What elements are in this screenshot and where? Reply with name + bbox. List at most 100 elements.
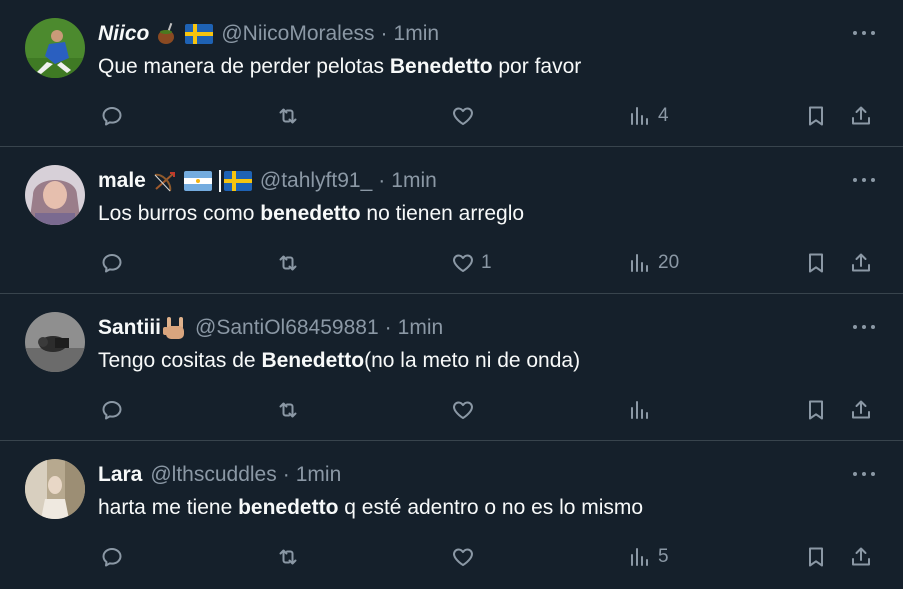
tweet-header: male @tahlyft91_ · 1min xyxy=(98,167,437,195)
display-name[interactable]: Niico xyxy=(98,22,149,46)
share-button[interactable] xyxy=(849,394,873,426)
views-icon xyxy=(631,401,648,419)
more-options-icon[interactable] xyxy=(853,463,875,485)
avatar-image xyxy=(25,459,85,519)
view-count: 4 xyxy=(658,105,669,126)
action-bar xyxy=(0,394,903,426)
more-options-icon[interactable] xyxy=(853,316,875,338)
timestamp[interactable]: 1min xyxy=(296,463,342,487)
share-icon xyxy=(852,400,870,419)
like-count: 1 xyxy=(481,252,492,273)
handle[interactable]: @NiicoMoraless xyxy=(221,22,374,46)
bookmark-icon xyxy=(809,253,823,273)
share-button[interactable] xyxy=(849,541,873,573)
bookmark-icon xyxy=(809,106,823,126)
views-icon xyxy=(631,254,648,272)
avatar[interactable] xyxy=(25,312,85,372)
tweet-text: harta me tiene benedetto q esté adentro … xyxy=(98,496,644,519)
view-count: 20 xyxy=(658,252,680,273)
retweet-button[interactable] xyxy=(276,100,300,132)
handle[interactable]: @SantiOl68459881 xyxy=(195,316,379,340)
more-options-icon[interactable] xyxy=(853,22,875,44)
avatar[interactable] xyxy=(25,18,85,78)
reply-button[interactable] xyxy=(100,541,124,573)
action-bar: 1 20 xyxy=(0,247,903,279)
retweet-icon xyxy=(279,108,297,124)
tweet-header: Lara @lthscuddles · 1min xyxy=(98,461,341,489)
bookmark-button[interactable] xyxy=(804,100,828,132)
bookmark-button[interactable] xyxy=(804,541,828,573)
views-button[interactable] xyxy=(628,394,658,426)
like-button[interactable] xyxy=(451,100,481,132)
bow-and-arrow-icon xyxy=(152,169,178,193)
like-button[interactable] xyxy=(451,394,481,426)
tweet-header: Niico @NiicoMoraless · 1min xyxy=(98,20,439,48)
bookmark-icon xyxy=(809,547,823,567)
bold-keyword: Benedetto xyxy=(389,55,493,78)
views-button[interactable]: 20 xyxy=(628,247,679,279)
share-icon xyxy=(852,547,870,566)
tweet-text: Los burros como benedetto no tienen arre… xyxy=(98,202,525,225)
bookmark-button[interactable] xyxy=(804,247,828,279)
timestamp[interactable]: 1min xyxy=(394,22,440,46)
bold-keyword: benedetto xyxy=(238,496,339,519)
reply-icon xyxy=(102,254,122,273)
divider-icon xyxy=(218,170,222,192)
retweet-button[interactable] xyxy=(276,541,300,573)
bookmark-icon xyxy=(809,400,823,420)
like-button[interactable]: 1 xyxy=(451,247,492,279)
bold-keyword: benedetto xyxy=(260,202,361,225)
retweet-button[interactable] xyxy=(276,394,300,426)
share-button[interactable] xyxy=(849,247,873,279)
action-bar: 5 xyxy=(0,541,903,573)
display-name[interactable]: male xyxy=(98,169,146,193)
timestamp[interactable]: 1min xyxy=(391,169,437,193)
flag-sweden-icon xyxy=(223,171,252,191)
mate-icon xyxy=(155,22,179,46)
reply-button[interactable] xyxy=(100,100,124,132)
tweet[interactable]: Lara @lthscuddles · 1min harta me tiene … xyxy=(0,441,903,587)
tweet[interactable]: Niico @NiicoMoraless · 1min Que manera d… xyxy=(0,0,903,147)
more-options-icon[interactable] xyxy=(853,169,875,191)
display-name[interactable]: Santiii xyxy=(98,316,161,340)
share-button[interactable] xyxy=(849,100,873,132)
heart-icon xyxy=(453,548,473,566)
reply-icon xyxy=(102,548,122,567)
share-icon xyxy=(852,106,870,125)
reply-icon xyxy=(102,107,122,126)
separator-dot: · xyxy=(384,316,392,339)
reply-button[interactable] xyxy=(100,247,124,279)
like-button[interactable] xyxy=(451,541,481,573)
views-icon xyxy=(631,548,648,566)
avatar-image xyxy=(25,312,85,372)
separator-dot: · xyxy=(282,463,290,486)
retweet-button[interactable] xyxy=(276,247,300,279)
tweet[interactable]: male @tahlyft91_ · 1min Los burros como … xyxy=(0,147,903,294)
avatar-image xyxy=(25,165,85,225)
timestamp[interactable]: 1min xyxy=(398,316,444,340)
heart-icon xyxy=(453,401,473,419)
heart-icon xyxy=(453,107,473,125)
tweet-text: Que manera de perder pelotas Benedetto p… xyxy=(98,55,582,78)
bold-keyword: Benedetto xyxy=(261,349,365,372)
avatar[interactable] xyxy=(25,459,85,519)
retweet-icon xyxy=(279,255,297,271)
retweet-icon xyxy=(279,402,297,418)
view-count: 5 xyxy=(658,546,669,567)
reply-button[interactable] xyxy=(100,394,124,426)
action-bar: 4 xyxy=(0,100,903,132)
avatar[interactable] xyxy=(25,165,85,225)
bookmark-button[interactable] xyxy=(804,394,828,426)
reply-icon xyxy=(102,401,122,420)
handle[interactable]: @tahlyft91_ xyxy=(260,169,372,193)
handle[interactable]: @lthscuddles xyxy=(150,463,276,487)
display-name[interactable]: Lara xyxy=(98,463,142,487)
views-icon xyxy=(631,107,648,125)
flag-sweden-icon xyxy=(185,24,214,44)
tweet[interactable]: Santiii @SantiOl68459881 · 1min Tengo co… xyxy=(0,294,903,441)
views-button[interactable]: 4 xyxy=(628,100,669,132)
views-button[interactable]: 5 xyxy=(628,541,669,573)
avatar-image xyxy=(25,18,85,78)
flag-argentina-icon xyxy=(183,171,212,191)
tweet-feed: Niico @NiicoMoraless · 1min Que manera d… xyxy=(0,0,903,587)
